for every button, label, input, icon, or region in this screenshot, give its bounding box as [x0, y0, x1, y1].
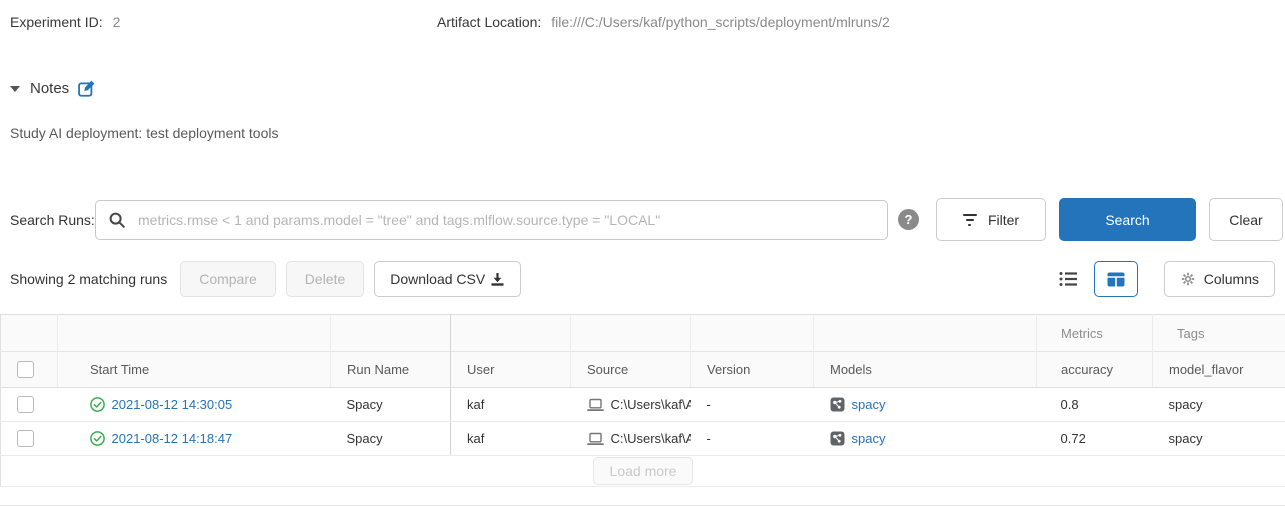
- models-cell: spacy: [814, 388, 1037, 422]
- column-header-user[interactable]: User: [451, 352, 571, 388]
- user-cell: kaf: [451, 422, 571, 456]
- group-header-empty: [451, 315, 571, 352]
- experiment-meta-row: Experiment ID: 2 Artifact Location: file…: [0, 0, 1285, 30]
- search-icon: [108, 211, 126, 229]
- select-all-cell: [1, 352, 58, 388]
- group-header-empty: [58, 315, 331, 352]
- model-flavor-cell: spacy: [1153, 422, 1285, 456]
- columns-button[interactable]: Columns: [1164, 261, 1275, 297]
- view-controls: Columns: [1049, 261, 1275, 297]
- model-icon: [830, 431, 845, 446]
- filter-icon: [963, 214, 977, 226]
- model-icon: [830, 397, 845, 412]
- download-icon: [490, 272, 505, 287]
- row-select-cell: [1, 388, 58, 422]
- run-start-time-link[interactable]: 2021-08-12 14:18:47: [112, 431, 233, 446]
- row-checkbox[interactable]: [17, 396, 34, 413]
- experiment-id-block: Experiment ID: 2: [10, 14, 437, 30]
- column-header-run-name[interactable]: Run Name: [331, 352, 451, 388]
- columns-button-label: Columns: [1204, 271, 1259, 287]
- group-header-empty: [571, 315, 691, 352]
- list-view-button[interactable]: [1049, 261, 1089, 297]
- matching-runs-count: Showing 2 matching runs: [10, 271, 167, 287]
- search-button[interactable]: Search: [1059, 198, 1196, 241]
- runs-table: Metrics Tags Start Time Run Name User So…: [0, 314, 1285, 487]
- accuracy-cell: 0.8: [1037, 388, 1153, 422]
- column-header-source[interactable]: Source: [571, 352, 691, 388]
- row-checkbox[interactable]: [17, 430, 34, 447]
- compare-button[interactable]: Compare: [180, 261, 276, 297]
- table-column-header-row: Start Time Run Name User Source Version …: [1, 352, 1285, 388]
- table-view-button[interactable]: [1094, 261, 1138, 297]
- version-cell: -: [691, 422, 814, 456]
- filter-button-label: Filter: [988, 212, 1019, 228]
- collapse-caret-icon[interactable]: [10, 86, 20, 92]
- source-cell: C:\Users\kaf\A: [571, 422, 691, 456]
- start-time-cell: 2021-08-12 14:30:05: [58, 388, 331, 422]
- table-group-header-row: Metrics Tags: [1, 315, 1285, 352]
- source-path: C:\Users\kaf\A: [611, 431, 691, 446]
- artifact-location-value: file:///C:/Users/kaf/python_scripts/depl…: [551, 14, 889, 30]
- model-link[interactable]: spacy: [852, 397, 886, 412]
- group-header-empty: [1, 315, 58, 352]
- load-more-cell: Load more: [1, 456, 1285, 487]
- table-row: 2021-08-12 14:18:47 Spacy kaf C:\Users\k…: [1, 422, 1285, 456]
- notes-section-header: Notes: [10, 80, 1285, 97]
- help-icon[interactable]: ?: [898, 209, 919, 230]
- column-header-version[interactable]: Version: [691, 352, 814, 388]
- notes-title: Notes: [30, 80, 69, 97]
- run-status-success-icon: [90, 431, 105, 446]
- group-header-empty: [331, 315, 451, 352]
- clear-button[interactable]: Clear: [1209, 198, 1283, 241]
- models-cell: spacy: [814, 422, 1037, 456]
- download-csv-button[interactable]: Download CSV: [374, 261, 521, 297]
- column-header-models[interactable]: Models: [814, 352, 1037, 388]
- load-more-button[interactable]: Load more: [593, 457, 694, 485]
- column-header-accuracy[interactable]: accuracy: [1037, 352, 1153, 388]
- column-header-start-time[interactable]: Start Time: [58, 352, 331, 388]
- select-all-checkbox[interactable]: [17, 361, 34, 378]
- list-view-icon: [1059, 271, 1078, 287]
- filter-button[interactable]: Filter: [936, 198, 1046, 241]
- search-runs-label: Search Runs:: [10, 212, 95, 228]
- experiment-id-label: Experiment ID:: [10, 14, 103, 30]
- delete-button[interactable]: Delete: [286, 261, 364, 297]
- page-bottom-divider: [0, 505, 1285, 506]
- row-select-cell: [1, 422, 58, 456]
- notes-description: Study AI deployment: test deployment too…: [10, 125, 1285, 141]
- run-status-success-icon: [90, 397, 105, 412]
- source-path: C:\Users\kaf\A: [611, 397, 691, 412]
- laptop-icon: [587, 398, 604, 412]
- artifact-location-block: Artifact Location: file:///C:/Users/kaf/…: [437, 14, 890, 30]
- edit-notes-icon[interactable]: [78, 80, 95, 97]
- group-header-empty: [691, 315, 814, 352]
- search-input[interactable]: [95, 200, 888, 240]
- runs-toolbar: Showing 2 matching runs Compare Delete D…: [10, 261, 1275, 297]
- source-cell: C:\Users\kaf\A: [571, 388, 691, 422]
- model-link[interactable]: spacy: [852, 431, 886, 446]
- run-name-cell: Spacy: [331, 388, 451, 422]
- run-start-time-link[interactable]: 2021-08-12 14:30:05: [112, 397, 233, 412]
- column-header-model-flavor[interactable]: model_flavor: [1153, 352, 1285, 388]
- experiment-id-value: 2: [113, 14, 121, 30]
- download-csv-label: Download CSV: [390, 271, 485, 287]
- version-cell: -: [691, 388, 814, 422]
- search-input-wrap: [95, 200, 888, 240]
- artifact-location-label: Artifact Location:: [437, 14, 541, 30]
- accuracy-cell: 0.72: [1037, 422, 1153, 456]
- gear-icon: [1180, 271, 1196, 287]
- group-header-empty: [814, 315, 1037, 352]
- laptop-icon: [587, 432, 604, 446]
- table-view-icon: [1107, 272, 1125, 287]
- user-cell: kaf: [451, 388, 571, 422]
- run-name-cell: Spacy: [331, 422, 451, 456]
- table-row: 2021-08-12 14:30:05 Spacy kaf C:\Users\k…: [1, 388, 1285, 422]
- start-time-cell: 2021-08-12 14:18:47: [58, 422, 331, 456]
- load-more-row: Load more: [1, 456, 1285, 487]
- group-header-tags: Tags: [1153, 315, 1285, 352]
- group-header-metrics: Metrics: [1037, 315, 1153, 352]
- model-flavor-cell: spacy: [1153, 388, 1285, 422]
- search-runs-row: Search Runs: ? Filter Search Clear: [10, 198, 1285, 241]
